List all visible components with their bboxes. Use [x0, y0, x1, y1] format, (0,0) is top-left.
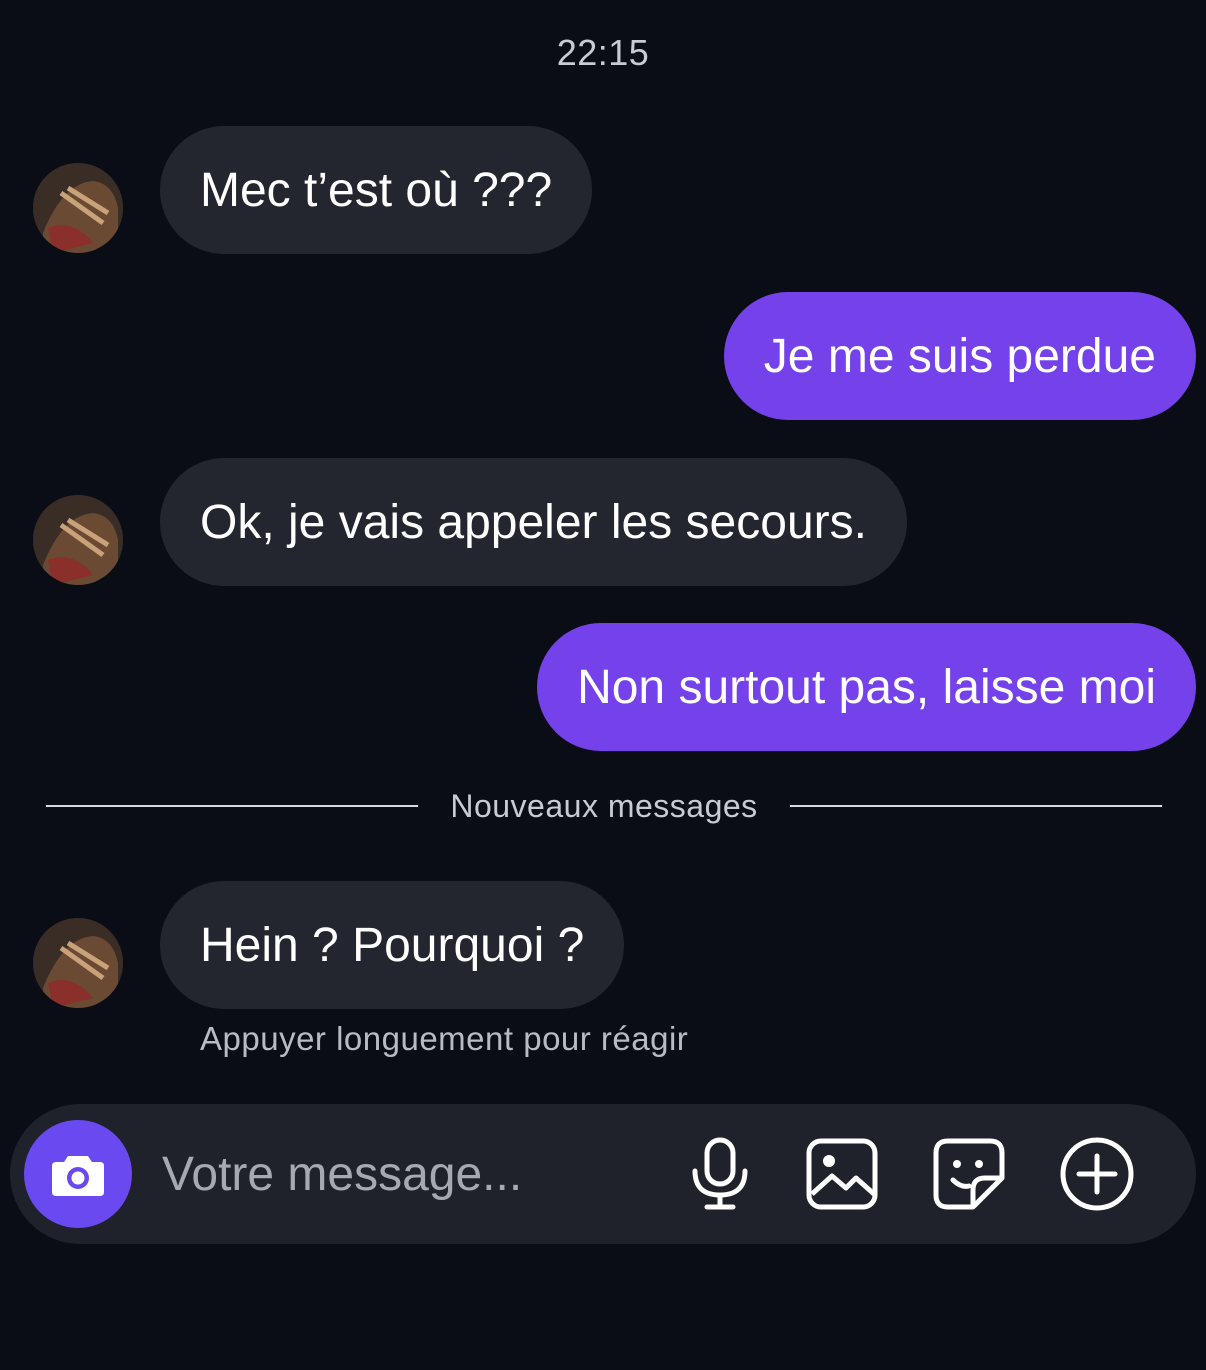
incoming-message-bubble[interactable]: Mec t’est où ???	[160, 126, 593, 254]
new-messages-label: Nouveaux messages	[450, 787, 758, 824]
conversation-timestamp: 22:15	[556, 32, 650, 73]
message-text: Ok, je vais appeler les secours.	[200, 495, 867, 549]
camera-icon	[52, 1156, 104, 1196]
sticker-icon	[933, 1138, 1005, 1210]
contact-avatar[interactable]	[33, 163, 123, 253]
microphone-icon	[692, 1137, 748, 1210]
camera-button[interactable]	[24, 1120, 132, 1228]
image-button[interactable]	[802, 1134, 882, 1214]
reaction-hint: Appuyer longuement pour réagir	[200, 1020, 689, 1057]
incoming-message-bubble[interactable]: Hein ? Pourquoi ?	[160, 881, 625, 1009]
divider-line	[46, 805, 419, 807]
message-text: Je me suis perdue	[763, 329, 1156, 383]
message-text: Hein ? Pourquoi ?	[200, 918, 585, 972]
plus-icon	[1060, 1137, 1134, 1211]
message-composer	[10, 1104, 1196, 1244]
message-input[interactable]	[162, 1142, 662, 1206]
plus-button[interactable]	[1057, 1134, 1137, 1214]
incoming-message-bubble[interactable]: Ok, je vais appeler les secours.	[160, 458, 907, 586]
divider-line	[789, 805, 1163, 807]
contact-avatar[interactable]	[33, 495, 123, 585]
message-text: Mec t’est où ???	[200, 163, 553, 217]
new-messages-divider: Nouveaux messages	[46, 784, 1163, 828]
image-icon	[806, 1138, 878, 1210]
outgoing-message-bubble[interactable]: Non surtout pas, laisse moi	[537, 623, 1196, 751]
message-text: Non surtout pas, laisse moi	[577, 660, 1156, 714]
microphone-button[interactable]	[680, 1134, 760, 1214]
contact-avatar[interactable]	[33, 918, 123, 1008]
outgoing-message-bubble[interactable]: Je me suis perdue	[723, 292, 1196, 420]
sticker-button[interactable]	[929, 1134, 1009, 1214]
